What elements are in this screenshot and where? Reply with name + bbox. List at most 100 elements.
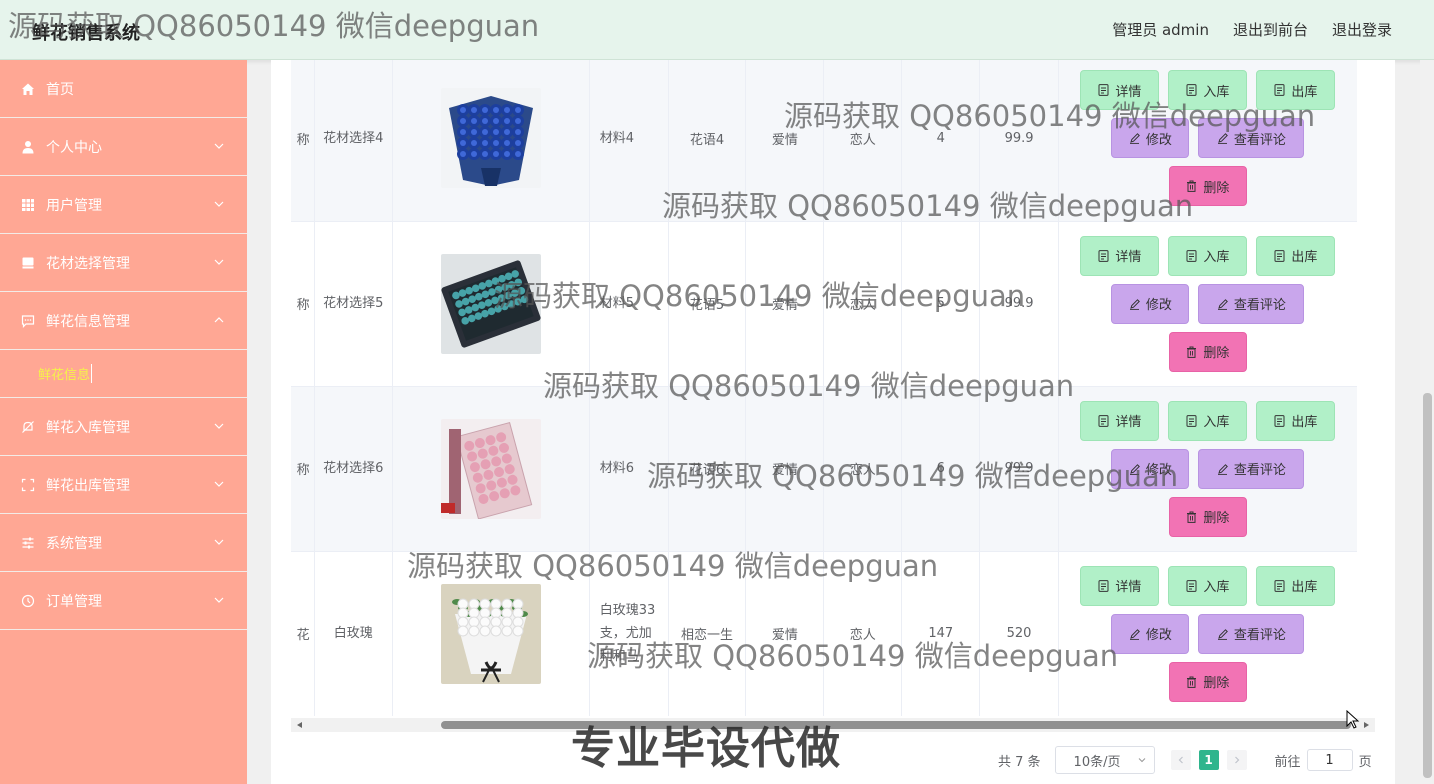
- flower-image: [440, 418, 541, 519]
- material-choice: 花材选择6: [323, 461, 384, 476]
- detail-button[interactable]: 详情: [1080, 235, 1160, 276]
- detail-button[interactable]: 详情: [1080, 400, 1160, 441]
- chevron-down-icon: [214, 143, 224, 149]
- view-reviews-button[interactable]: 查看评论: [1198, 118, 1305, 159]
- image-cell: [392, 60, 590, 222]
- admin-user-label: 管理员 admin: [1112, 21, 1209, 39]
- sidebar-item-orders[interactable]: 订单管理: [0, 572, 247, 630]
- price: 520: [1006, 626, 1032, 641]
- category-cell: 爱情: [745, 221, 825, 387]
- row-actions: 详情 入库 出库 修改 查看评论 删除: [1078, 565, 1338, 702]
- sidebar-item-profile[interactable]: 个人中心: [0, 118, 247, 176]
- document-icon: [1098, 579, 1109, 592]
- flower-table-container: 称 花材选择4 材料4 花语4 爱情 恋人 4 99.9 详情 入库 出库 修改…: [291, 60, 1375, 716]
- sidebar: 首页 个人中心 用户管理 花材选择管理 鲜花信息管理 鲜花信息 鲜花入库管理 鲜…: [0, 60, 247, 784]
- sidebar-item-materials[interactable]: 花材选择管理: [0, 234, 247, 292]
- material-choice-cell: 花材选择6: [314, 386, 393, 552]
- price-cell: 99.9: [979, 386, 1059, 552]
- logout-link[interactable]: 退出登录: [1332, 19, 1392, 40]
- flower-table: 称 花材选择4 材料4 花语4 爱情 恋人 4 99.9 详情 入库 出库 修改…: [291, 60, 1357, 716]
- button-label: 入库: [1203, 415, 1230, 430]
- stock-out-button[interactable]: 出库: [1256, 400, 1336, 441]
- stock-out-button[interactable]: 出库: [1256, 565, 1336, 606]
- submenu-item-flower-info[interactable]: 鲜花信息: [0, 350, 247, 398]
- detail-button[interactable]: 详情: [1080, 565, 1160, 606]
- chevron-down-icon: [214, 597, 224, 603]
- stock-cell: 5: [901, 221, 981, 387]
- material-cell: 材料4: [589, 60, 669, 222]
- target-cell: 恋人: [823, 60, 903, 222]
- main-content: 称 花材选择4 材料4 花语4 爱情 恋人 4 99.9 详情 入库 出库 修改…: [271, 60, 1395, 784]
- header-actions: 管理员 admin 退出到前台 退出登录: [1112, 19, 1392, 40]
- sidebar-item-stock-out[interactable]: 鲜花出库管理: [0, 456, 247, 514]
- sidebar-item-label: 首页: [46, 81, 74, 98]
- row-actions: 详情 入库 出库 修改 查看评论 删除: [1078, 400, 1338, 537]
- flower-language: 相恋一生: [681, 628, 734, 643]
- sidebar-item-label: 花材选择管理: [46, 255, 130, 272]
- edit-button[interactable]: 修改: [1111, 118, 1190, 159]
- gift-target: 恋人: [849, 298, 876, 313]
- image-cell: [392, 221, 590, 387]
- actions-cell: 详情 入库 出库 修改 查看评论 删除: [1058, 60, 1357, 222]
- button-label: 出库: [1291, 580, 1318, 595]
- button-label: 查看评论: [1233, 463, 1286, 478]
- sidebar-item-system[interactable]: 系统管理: [0, 514, 247, 572]
- sidebar-item-users[interactable]: 用户管理: [0, 176, 247, 234]
- page-size-select[interactable]: 10条/页: [1054, 746, 1155, 774]
- goto-page-input[interactable]: 1: [1306, 749, 1353, 771]
- sidebar-item-flower-info[interactable]: 鲜花信息管理: [0, 292, 247, 350]
- next-page-button[interactable]: [1226, 750, 1247, 770]
- delete-button[interactable]: 删除: [1168, 661, 1247, 702]
- language-cell: 花语5: [668, 221, 747, 387]
- table-row: 称 花材选择5 材料5 花语5 爱情 恋人 5 99.9 详情 入库 出库 修改…: [291, 221, 1357, 387]
- pagination: 共 7 条 10条/页 1 前往 1 页: [998, 746, 1372, 774]
- table-row: 称 花材选择4 材料4 花语4 爱情 恋人 4 99.9 详情 入库 出库 修改…: [291, 60, 1357, 222]
- stock-out-button[interactable]: 出库: [1256, 70, 1336, 111]
- document-icon: [1274, 579, 1285, 592]
- edit-button[interactable]: 修改: [1111, 448, 1190, 489]
- button-label: 删除: [1203, 511, 1230, 526]
- delete-button[interactable]: 删除: [1168, 166, 1247, 207]
- stock-in-button[interactable]: 入库: [1168, 70, 1248, 111]
- chevron-right-icon: [1234, 756, 1239, 764]
- scroll-left-icon[interactable]: [297, 722, 302, 728]
- edit-button[interactable]: 修改: [1111, 613, 1190, 654]
- sidebar-item-label: 系统管理: [46, 535, 102, 552]
- stock-in-button[interactable]: 入库: [1168, 400, 1248, 441]
- gift-target: 恋人: [849, 628, 876, 643]
- view-reviews-button[interactable]: 查看评论: [1198, 448, 1305, 489]
- stock-out-button[interactable]: 出库: [1256, 235, 1336, 276]
- view-reviews-button[interactable]: 查看评论: [1198, 613, 1305, 654]
- button-label: 删除: [1203, 676, 1230, 691]
- delete-button[interactable]: 删除: [1168, 496, 1247, 537]
- edit-icon: [1129, 132, 1140, 145]
- scroll-right-icon[interactable]: [1364, 722, 1369, 728]
- delete-button[interactable]: 删除: [1168, 331, 1247, 372]
- page-size-value: 10条/页: [1073, 754, 1121, 770]
- stock-in-button[interactable]: 入库: [1168, 565, 1248, 606]
- flower-material: 材料5: [599, 296, 634, 311]
- edit-button[interactable]: 修改: [1111, 283, 1190, 324]
- sidebar-item-stock-in[interactable]: 鲜花入库管理: [0, 398, 247, 456]
- exit-to-front-link[interactable]: 退出到前台: [1233, 19, 1308, 40]
- flower-image: [440, 88, 541, 189]
- category-cell: 爱情: [745, 551, 825, 716]
- stock-in-button[interactable]: 入库: [1168, 235, 1248, 276]
- prev-page-button[interactable]: [1170, 750, 1191, 770]
- stock-cell: 6: [901, 386, 981, 552]
- sidebar-item-home[interactable]: 首页: [0, 60, 247, 118]
- price-cell: 99.9: [979, 60, 1059, 222]
- material-cell: 白玫瑰33支，尤加利和马: [589, 551, 669, 716]
- chevron-down-icon: [214, 423, 224, 429]
- edit-icon: [1217, 132, 1228, 145]
- price: 99.9: [1004, 296, 1034, 311]
- stock-cell: 147: [901, 551, 981, 716]
- view-reviews-button[interactable]: 查看评论: [1198, 283, 1305, 324]
- sidebar-item-label: 用户管理: [46, 197, 102, 214]
- vertical-scroll-thumb[interactable]: [1423, 393, 1432, 778]
- vertical-scrollbar[interactable]: [1420, 60, 1434, 784]
- page-number-current[interactable]: 1: [1198, 750, 1219, 770]
- sidebar-item-label: 订单管理: [46, 593, 102, 610]
- document-icon: [1098, 414, 1109, 427]
- detail-button[interactable]: 详情: [1080, 70, 1160, 111]
